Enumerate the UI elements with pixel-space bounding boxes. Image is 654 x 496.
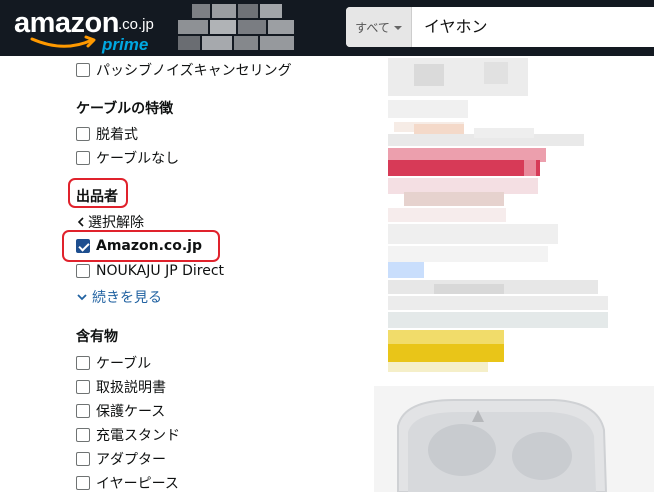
- see-more-sellers-link[interactable]: 続きを見る: [76, 286, 162, 308]
- filter-option-label: パッシブノイズキャンセリング: [96, 63, 292, 79]
- see-more-label: 続きを見る: [92, 290, 162, 306]
- filter-option-label: ケーブル: [96, 356, 152, 372]
- checkbox[interactable]: [76, 63, 90, 77]
- filter-option-label: イヤーピース: [96, 476, 179, 492]
- earbuds-case-image: [374, 386, 654, 493]
- top-nav-bar: amazon .co.jp prime すべて: [0, 0, 654, 56]
- filter-option-amazon-co-jp[interactable]: Amazon.co.jp: [76, 235, 202, 257]
- seller-heading: 出品者: [76, 189, 118, 205]
- filter-option-detachable[interactable]: 脱着式: [76, 123, 138, 145]
- filter-option-passive-noise-cancelling[interactable]: パッシブノイズキャンセリング: [76, 59, 292, 81]
- filter-option-label: 充電スタンド: [96, 428, 180, 444]
- department-label: すべて: [355, 20, 390, 35]
- search-input[interactable]: [424, 7, 652, 47]
- filter-option-manual[interactable]: 取扱説明書: [76, 376, 166, 398]
- checkbox[interactable]: [76, 452, 90, 466]
- filter-option-label: 脱着式: [96, 127, 138, 143]
- account-info-redacted[interactable]: [178, 4, 302, 50]
- chevron-down-icon: [77, 294, 87, 301]
- filter-option-label: 保護ケース: [96, 404, 166, 420]
- checkbox[interactable]: [76, 476, 90, 490]
- search-bar: すべて: [346, 7, 654, 47]
- checkbox[interactable]: [76, 404, 90, 418]
- caret-down-icon: [393, 26, 402, 30]
- checkbox[interactable]: [76, 428, 90, 442]
- checkbox[interactable]: [76, 356, 90, 370]
- filter-option-label: 取扱説明書: [96, 380, 166, 396]
- amazon-prime-logo[interactable]: amazon .co.jp prime: [14, 7, 154, 54]
- clear-selection-label: 選択解除: [88, 215, 144, 231]
- search-department-dropdown[interactable]: すべて: [346, 7, 412, 47]
- filter-option-label: アダプター: [96, 452, 166, 468]
- chevron-left-icon: [77, 217, 84, 227]
- checkbox[interactable]: [76, 151, 90, 165]
- cable-features-heading: ケーブルの特徴: [76, 101, 174, 117]
- filter-option-label: ケーブルなし: [96, 151, 180, 167]
- smile-arrow-icon: [30, 35, 96, 48]
- logo-prime: prime: [102, 35, 149, 54]
- filter-option-noukaju[interactable]: NOUKAJU JP Direct: [76, 260, 224, 282]
- product-image-earbuds-case[interactable]: [374, 386, 654, 493]
- filter-option-label: NOUKAJU JP Direct: [96, 263, 225, 279]
- contents-heading: 含有物: [76, 329, 118, 345]
- filter-option-no-cable[interactable]: ケーブルなし: [76, 147, 179, 169]
- logo-domain: .co.jp: [118, 16, 154, 33]
- checkbox[interactable]: [76, 127, 90, 141]
- checkbox[interactable]: [76, 264, 90, 278]
- filter-option-cable[interactable]: ケーブル: [76, 352, 151, 374]
- filter-option-adapter[interactable]: アダプター: [76, 448, 166, 470]
- filter-option-label: Amazon.co.jp: [96, 238, 202, 254]
- filter-option-ear-tips[interactable]: イヤーピース: [76, 472, 179, 494]
- logo-wordmark: amazon: [14, 7, 119, 39]
- checkbox[interactable]: [76, 380, 90, 394]
- filter-option-protective-case[interactable]: 保護ケース: [76, 400, 165, 422]
- filter-option-charging-stand[interactable]: 充電スタンド: [76, 424, 180, 446]
- checkbox-checked[interactable]: [76, 239, 90, 253]
